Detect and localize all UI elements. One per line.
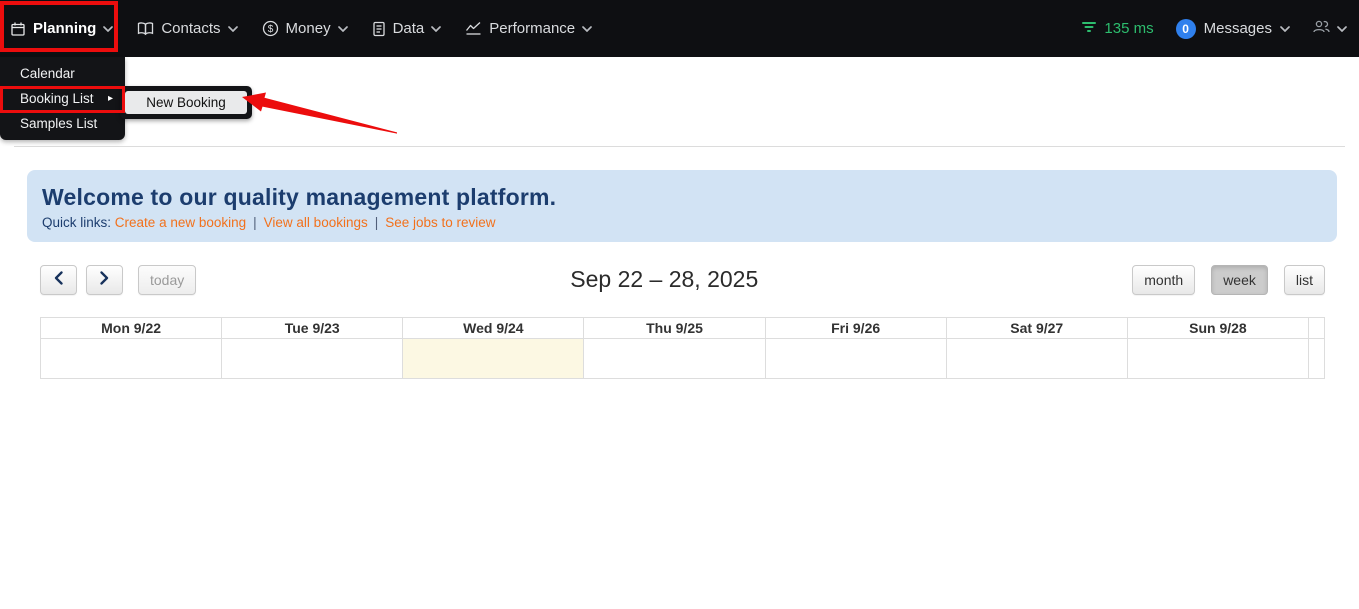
menu-item-label: Samples List: [20, 116, 98, 131]
messages-count-badge: 0: [1175, 18, 1196, 39]
latency-indicator: 135 ms: [1081, 20, 1154, 38]
nav-item-label: Money: [285, 20, 331, 37]
day-cell[interactable]: [1126, 337, 1310, 379]
day-header-row: Mon 9/22 Tue 9/23 Wed 9/24 Thu 9/25 Fri …: [39, 316, 1325, 339]
link-jobs-review[interactable]: See jobs to review: [385, 215, 495, 230]
menu-item-label: Calendar: [20, 66, 75, 81]
scroll-gutter: [1308, 316, 1325, 339]
book-icon: [137, 21, 154, 36]
day-cell[interactable]: [945, 337, 1128, 379]
chevron-down-icon: [1280, 25, 1290, 32]
submenu-caret-icon: ▸: [107, 92, 113, 104]
next-button[interactable]: [86, 264, 123, 295]
nav-item-data[interactable]: Data: [360, 0, 454, 57]
day-cell[interactable]: [583, 337, 766, 379]
day-cell[interactable]: [764, 337, 947, 379]
calendar-toolbar: today Sep 22 – 28, 2025 month week list: [40, 264, 1325, 295]
menu-item-calendar[interactable]: Calendar: [0, 61, 125, 86]
planning-dropdown-menu: Calendar Booking List ▸ Samples List: [0, 57, 125, 140]
chevron-left-icon: [54, 271, 63, 288]
line-chart-icon: [465, 21, 482, 36]
menu-item-new-booking[interactable]: New Booking: [125, 91, 247, 114]
nav-item-label: Contacts: [161, 20, 221, 37]
banner-title: Welcome to our quality management platfo…: [42, 184, 557, 210]
booking-list-submenu: New Booking: [120, 86, 252, 119]
view-button-list[interactable]: list: [1283, 264, 1325, 295]
link-separator: |: [374, 214, 379, 230]
day-cell[interactable]: [402, 337, 585, 379]
day-header: Wed 9/24: [402, 316, 585, 339]
day-header: Fri 9/26: [764, 316, 947, 339]
day-header: Sat 9/27: [945, 316, 1128, 339]
day-header: Tue 9/23: [221, 316, 404, 339]
nav-item-label: Data: [392, 20, 425, 37]
svg-text:$: $: [267, 24, 273, 35]
day-cell[interactable]: [221, 337, 404, 379]
day-header: Thu 9/25: [583, 316, 766, 339]
messages-menu[interactable]: 0 Messages: [1175, 18, 1290, 39]
nav-item-planning[interactable]: Planning: [0, 0, 125, 57]
chevron-down-icon: [227, 25, 238, 32]
calendar-nav-buttons: today: [40, 264, 197, 295]
chevron-down-icon: [431, 25, 442, 32]
nav-item-label: Planning: [33, 20, 97, 37]
chevron-down-icon: [337, 25, 348, 32]
view-button-week[interactable]: week: [1211, 264, 1268, 295]
scroll-gutter: [1308, 337, 1325, 379]
messages-label: Messages: [1203, 20, 1272, 37]
view-button-month[interactable]: month: [1132, 264, 1196, 295]
top-navigation-bar: Planning Contacts $ Money Data Performan…: [0, 0, 1359, 57]
menu-item-booking-list[interactable]: Booking List ▸: [0, 86, 125, 111]
welcome-banner: Welcome to our quality management platfo…: [27, 170, 1337, 242]
chevron-down-icon: [582, 25, 592, 32]
menu-item-samples-list[interactable]: Samples List: [0, 111, 125, 136]
nav-item-money[interactable]: $ Money: [250, 0, 360, 57]
account-menu[interactable]: [1312, 19, 1347, 39]
users-icon: [1312, 19, 1331, 39]
link-separator: |: [253, 214, 257, 230]
chevron-right-icon: [100, 271, 109, 288]
latency-value: 135 ms: [1104, 20, 1154, 37]
nav-menu-group: Planning Contacts $ Money Data Performan…: [0, 0, 604, 57]
quick-links-label: Quick links:: [42, 214, 112, 230]
chevron-down-icon: [103, 25, 114, 32]
link-view-bookings[interactable]: View all bookings: [264, 215, 368, 230]
day-header: Mon 9/22: [39, 316, 223, 339]
nav-item-performance[interactable]: Performance: [453, 0, 604, 57]
all-day-row: [39, 337, 1325, 379]
nav-item-contacts[interactable]: Contacts: [125, 0, 249, 57]
dollar-circle-icon: $: [262, 20, 279, 37]
chevron-down-icon: [1337, 25, 1347, 32]
calendar-title: Sep 22 – 28, 2025: [570, 266, 759, 293]
day-header: Sun 9/28: [1126, 316, 1310, 339]
day-cell[interactable]: [39, 337, 223, 379]
link-create-booking[interactable]: Create a new booking: [115, 215, 246, 230]
calendar-icon: [10, 21, 26, 37]
prev-button[interactable]: [40, 264, 77, 295]
signal-icon: [1081, 20, 1097, 38]
document-icon: [372, 21, 386, 37]
nav-item-label: Performance: [489, 20, 576, 37]
calendar-week-grid: Mon 9/22 Tue 9/23 Wed 9/24 Thu 9/25 Fri …: [39, 316, 1325, 379]
content-divider: [14, 146, 1345, 147]
today-button[interactable]: today: [138, 264, 197, 295]
calendar-view-buttons: month week list: [1132, 264, 1325, 295]
menu-item-label: Booking List: [20, 91, 94, 106]
quick-links: Quick links: Create a new booking | View a…: [42, 215, 1322, 230]
nav-status-group: 135 ms 0 Messages: [1081, 0, 1359, 57]
